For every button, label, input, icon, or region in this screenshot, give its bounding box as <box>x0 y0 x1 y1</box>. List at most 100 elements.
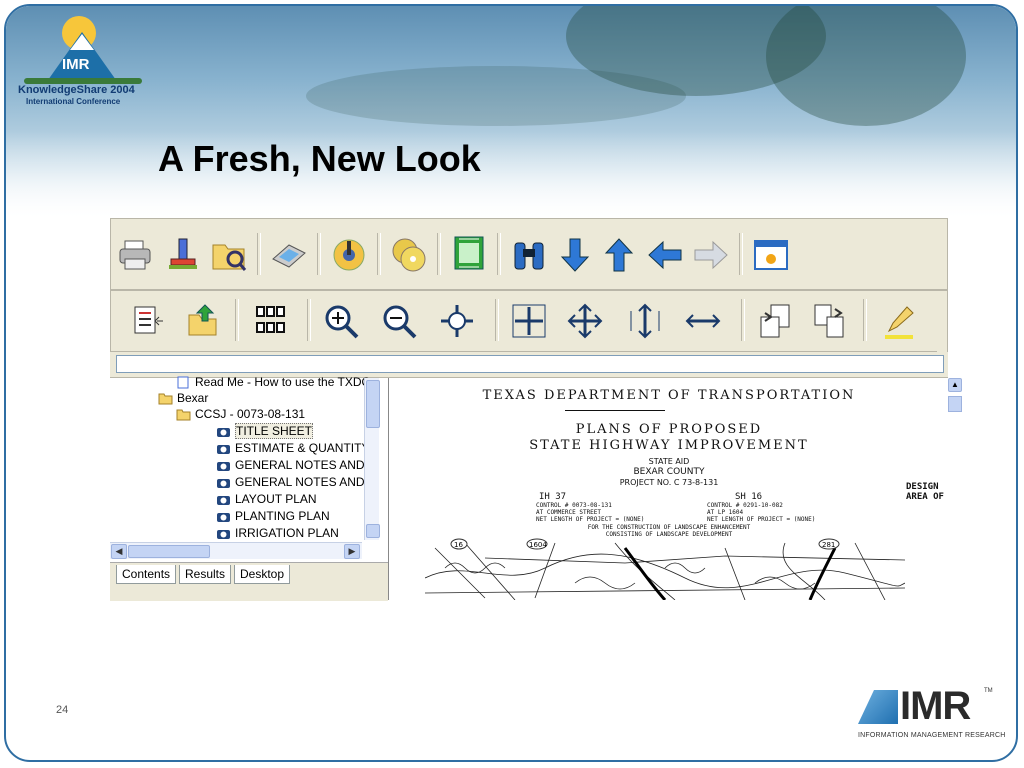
tree-item[interactable]: Read Me - How to use the TXDO <box>176 374 371 390</box>
thumbnails-icon[interactable] <box>251 301 291 341</box>
scanner-icon[interactable] <box>269 235 309 275</box>
document-vertical-scrollbar[interactable]: ▲ <box>948 378 962 600</box>
scroll-up-button[interactable]: ▲ <box>948 378 962 392</box>
doc-left-at: AT COMMERCE STREET <box>536 509 602 516</box>
tree-item[interactable]: LAYOUT PLAN <box>216 491 317 507</box>
toolbar-separator <box>495 299 499 341</box>
open-folder-icon[interactable] <box>209 235 249 275</box>
tree-item[interactable]: IRRIGATION PLAN <box>216 525 339 541</box>
tree-item-label: CCSJ - 0073-08-131 <box>195 407 306 421</box>
doc-plans-line1: PLANS OF PROPOSED <box>575 422 763 437</box>
tree-item-label: Bexar <box>177 391 209 405</box>
doc-right-route: SH 16 <box>735 492 763 502</box>
logo-title: KnowledgeShare 2004 <box>18 84 135 96</box>
arrow-left-icon[interactable] <box>645 235 685 275</box>
list-view-icon[interactable] <box>129 301 169 341</box>
stamp-icon[interactable] <box>163 235 203 275</box>
tree-item-label: LAYOUT PLAN <box>235 492 317 506</box>
wizard-icon[interactable] <box>329 235 369 275</box>
tree-item-label: ESTIMATE & QUANTITY <box>235 441 370 455</box>
fit-page-icon[interactable] <box>509 301 549 341</box>
doc-project: PROJECT NO. C 73-8-131 <box>619 478 719 487</box>
view-toolbar <box>110 290 948 353</box>
cd-icon[interactable] <box>389 235 429 275</box>
arrow-right-icon[interactable] <box>691 235 731 275</box>
camera-icon <box>216 442 231 455</box>
tree-item[interactable]: PLANTING PLAN <box>216 508 330 524</box>
map-shield-label: 16 <box>454 541 463 549</box>
imr-subtitle: INFORMATION MANAGEMENT RESEARCH <box>858 732 1006 739</box>
doc-state-aid: STATE AID <box>648 457 690 466</box>
conference-logo: IMR KnowledgeShare 2004 International Co… <box>18 12 148 106</box>
main-toolbar <box>110 218 948 290</box>
camera-icon <box>216 527 231 540</box>
page-compare-icon[interactable] <box>809 301 849 341</box>
tree-item[interactable]: ESTIMATE & QUANTITY <box>216 440 369 456</box>
tree-item[interactable]: TITLE SHEET <box>216 423 314 439</box>
pan-icon[interactable] <box>437 301 477 341</box>
toolbar-separator <box>257 233 261 275</box>
logo-subtitle: International Conference <box>26 97 121 106</box>
sheet-note: DESIGN AREA OF <box>906 482 944 502</box>
scroll-right-button[interactable]: ▶ <box>344 544 360 559</box>
viewer-window: Read Me - How to use the TXDO Bexar CCSJ… <box>110 218 962 601</box>
tree-item-label: GENERAL NOTES AND SI <box>235 475 380 489</box>
tree-horizontal-scrollbar[interactable]: ◀ ▶ <box>110 542 362 559</box>
page-range-icon[interactable] <box>449 233 489 273</box>
doc-left-route: IH 37 <box>539 492 567 502</box>
camera-icon <box>216 425 231 438</box>
scroll-thumb[interactable] <box>128 545 210 558</box>
toolbar-separator <box>235 299 239 341</box>
tree-item[interactable]: GENERAL NOTES AND SI <box>216 457 379 473</box>
tab-desktop[interactable]: Desktop <box>234 565 291 584</box>
folder-icon <box>158 392 173 405</box>
doc-right-net: NET LENGTH OF PROJECT = (NONE) <box>707 516 816 523</box>
export-icon[interactable] <box>183 301 223 341</box>
pencil-icon[interactable] <box>879 301 919 341</box>
tab-results[interactable]: Results <box>179 565 232 584</box>
window-icon[interactable] <box>751 235 791 275</box>
zoom-in-icon[interactable] <box>321 301 361 341</box>
header-banner <box>6 6 1016 221</box>
address-field[interactable] <box>116 355 944 373</box>
page-copy-icon[interactable] <box>755 301 795 341</box>
toolbar-separator <box>377 233 381 275</box>
doc-right-control: CONTROL # 0291-10-082 <box>707 502 783 509</box>
arrow-up-icon[interactable] <box>599 235 639 275</box>
doc-right-at: AT LP 1604 <box>707 509 744 516</box>
arrow-down-icon[interactable] <box>555 235 595 275</box>
fit-height-icon[interactable] <box>625 301 665 341</box>
imr-wordmark: IMR <box>900 684 971 728</box>
zoom-out-icon[interactable] <box>379 301 419 341</box>
doc-left-control: CONTROL # 0073-08-131 <box>536 502 612 509</box>
camera-icon <box>216 476 231 489</box>
fit-both-icon[interactable] <box>565 301 605 341</box>
tree-vertical-scrollbar[interactable] <box>364 378 380 540</box>
doc-construction-line2: CONSISTING OF LANDSCAPE DEVELOPMENT <box>605 531 733 538</box>
imr-logo: IMR TM INFORMATION MANAGEMENT RESEARCH <box>858 684 1005 750</box>
tree-item-label: IRRIGATION PLAN <box>235 526 339 540</box>
tree-item-label: GENERAL NOTES AND SI <box>235 458 380 472</box>
tree-item-label: PLANTING PLAN <box>235 509 330 523</box>
fit-width-icon[interactable] <box>683 301 723 341</box>
toolbar-separator <box>307 299 311 341</box>
doc-plans-line2: STATE HIGHWAY IMPROVEMENT <box>529 438 809 453</box>
doc-county: BEXAR COUNTY <box>633 467 705 477</box>
doc-header: TEXAS DEPARTMENT OF TRANSPORTATION <box>482 388 856 403</box>
scroll-down-button[interactable] <box>366 524 380 538</box>
scroll-thumb[interactable] <box>948 396 962 412</box>
tree-item[interactable]: CCSJ - 0073-08-131 <box>176 406 305 422</box>
tree-item[interactable]: Bexar <box>158 390 208 406</box>
imr-trademark: TM <box>984 688 993 694</box>
tab-contents[interactable]: Contents <box>116 565 177 584</box>
document-view[interactable]: TEXAS DEPARTMENT OF TRANSPORTATION PLANS… <box>388 378 949 600</box>
scroll-left-button[interactable]: ◀ <box>111 544 127 559</box>
map-shield-label: 1604 <box>529 541 547 549</box>
scroll-thumb[interactable] <box>366 380 380 428</box>
sheet-note-line1: DESIGN <box>906 482 939 492</box>
toolbar-edge <box>937 291 947 353</box>
find-binoculars-icon[interactable] <box>509 235 549 275</box>
doc-left-net: NET LENGTH OF PROJECT = (NONE) <box>536 516 645 523</box>
print-icon[interactable] <box>117 235 157 275</box>
tree-item[interactable]: GENERAL NOTES AND SI <box>216 474 379 490</box>
